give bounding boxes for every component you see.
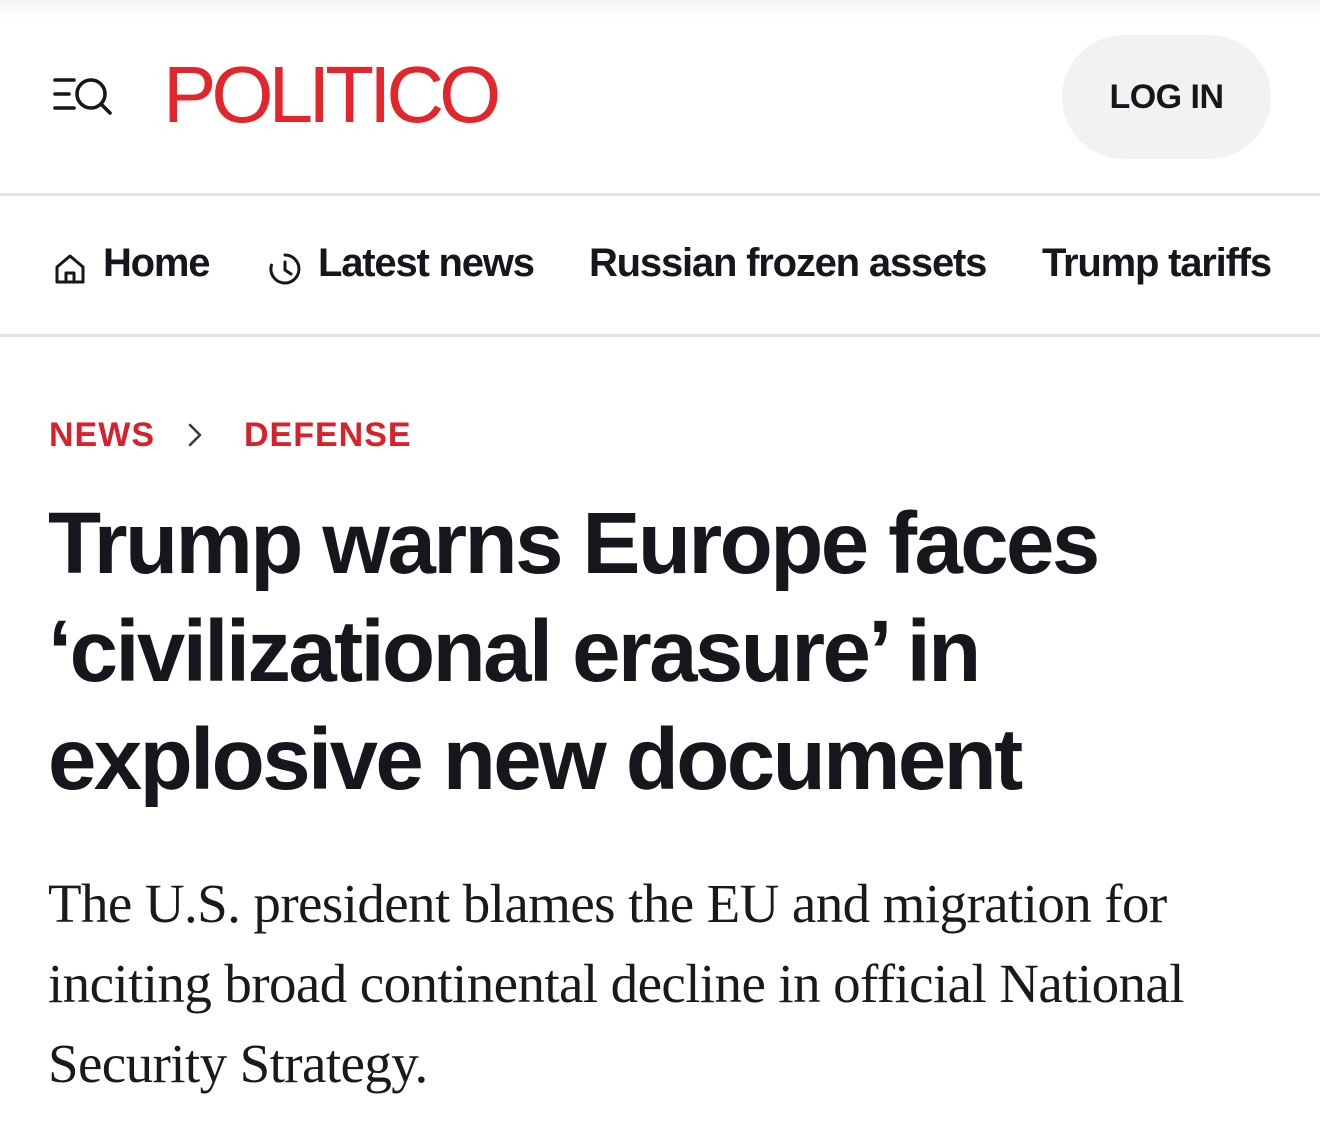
nav-divider — [0, 334, 1320, 337]
nav-item-label: Latest news — [318, 241, 535, 285]
nav-item-label: Home — [103, 241, 211, 285]
politico-logo[interactable]: POLITICO — [163, 52, 501, 138]
article-headline: Trump warns Europe faces ‘civilizational… — [48, 495, 1100, 808]
breadcrumb-news[interactable]: NEWS — [49, 414, 155, 456]
chevron-right-icon — [185, 421, 205, 449]
menu-search-icon[interactable] — [52, 74, 116, 120]
nav-item-latest-news[interactable]: Latest news — [268, 240, 548, 286]
nav-item-trump-tariffs[interactable]: Trump tariffs — [1042, 240, 1320, 286]
nav-item-label: Trump tariffs — [1042, 241, 1272, 285]
article-dek: The U.S. president blames the EU and mig… — [48, 873, 1184, 1094]
breadcrumb-defense[interactable]: DEFENSE — [244, 414, 412, 456]
nav-item-russian-frozen-assets[interactable]: Russian frozen assets — [589, 240, 999, 286]
topic-nav: Home Latest news Russian frozen assets T… — [0, 196, 1320, 334]
nav-item-label: Russian frozen assets — [589, 241, 987, 285]
site-header: POLITICO LOG IN — [0, 0, 1320, 193]
clock-icon — [268, 252, 302, 286]
login-button[interactable]: LOG IN — [1062, 35, 1271, 159]
nav-item-home[interactable]: Home — [53, 240, 223, 286]
home-icon — [53, 252, 87, 286]
